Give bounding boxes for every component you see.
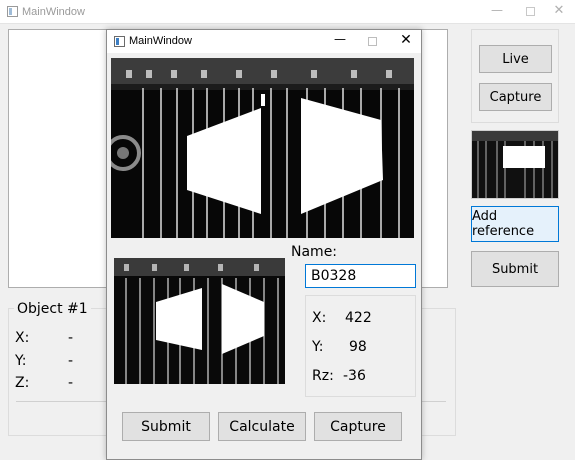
coord-rz-label: Rz: — [312, 368, 334, 384]
dialog-title: MainWindow — [129, 35, 192, 47]
minimize-icon[interactable]: — — [486, 3, 508, 19]
object-z-label: Z: — [15, 375, 30, 391]
coord-x-value: 422 — [345, 310, 372, 326]
object-group-title: Object #1 — [14, 301, 91, 317]
coord-y-value: 98 — [349, 339, 367, 355]
reference-thumbnail — [471, 130, 559, 199]
add-reference-button[interactable]: Add reference — [471, 206, 559, 242]
coord-rz-value: -36 — [343, 368, 366, 384]
object-x-label: X: — [15, 330, 30, 346]
back-window-title: MainWindow — [22, 6, 85, 18]
name-input[interactable] — [305, 264, 416, 288]
maximize-icon[interactable] — [368, 37, 377, 46]
app-window-icon — [114, 36, 125, 47]
coord-y-label: Y: — [312, 339, 324, 355]
minimize-icon[interactable]: — — [330, 32, 350, 48]
dialog-titlebar: MainWindow — ✕ — [107, 30, 421, 53]
object-z-value: - — [68, 375, 74, 391]
capture-button[interactable]: Capture — [314, 412, 402, 441]
dialog-window: MainWindow — ✕ Name: B0328 X: 422 Y: 98 … — [106, 29, 422, 460]
coord-x-label: X: — [312, 310, 327, 326]
calculate-button[interactable]: Calculate — [218, 412, 306, 441]
object-x-value: - — [68, 330, 74, 346]
capture-button[interactable]: Capture — [479, 83, 552, 111]
close-icon[interactable]: ✕ — [549, 3, 569, 19]
object-y-value: - — [68, 353, 74, 369]
maximize-icon[interactable] — [526, 7, 535, 16]
live-button[interactable]: Live — [479, 45, 552, 73]
close-icon[interactable]: ✕ — [396, 32, 416, 48]
object-y-label: Y: — [15, 353, 27, 369]
camera-image-large — [111, 58, 414, 238]
name-label: Name: — [291, 244, 338, 260]
app-window-icon — [7, 6, 18, 17]
camera-image-small — [114, 258, 285, 384]
back-titlebar: MainWindow — ✕ — [0, 0, 575, 24]
back-submit-button[interactable]: Submit — [471, 251, 559, 287]
submit-button[interactable]: Submit — [122, 412, 210, 441]
